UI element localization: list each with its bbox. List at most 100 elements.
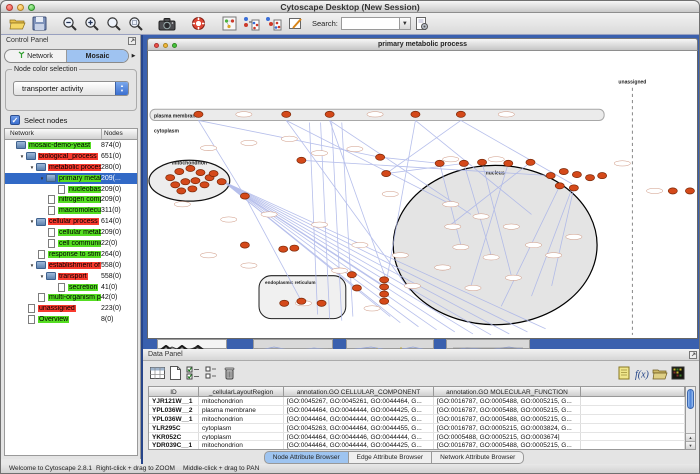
- graph-node[interactable]: [240, 242, 249, 248]
- table-row[interactable]: YKR052Ccytoplasm[GO:0044464, GO:0044446,…: [149, 433, 685, 442]
- float-data-panel-icon[interactable]: [689, 351, 697, 361]
- graph-node[interactable]: [380, 277, 389, 283]
- new-attribute-icon[interactable]: [166, 364, 184, 382]
- graph-node[interactable]: [504, 160, 513, 166]
- graph-node[interactable]: [572, 172, 581, 178]
- tree-row[interactable]: cellular metabo209(0): [5, 227, 137, 238]
- collapse-network-icon[interactable]: [262, 14, 284, 33]
- tree-row[interactable]: nucleobase-209(0): [5, 184, 137, 195]
- tab-edge-attribute-browser[interactable]: Edge Attribute Browser: [348, 451, 432, 464]
- graph-node[interactable]: [559, 168, 568, 174]
- tree-row[interactable]: response to stimulu264(0): [5, 249, 137, 260]
- tab-mosaic[interactable]: Mosaic: [66, 50, 128, 62]
- graph-node[interactable]: [194, 111, 203, 117]
- heatmap-icon[interactable]: [669, 364, 687, 382]
- graph-node[interactable]: [240, 193, 249, 199]
- unselect-attributes-icon[interactable]: [202, 364, 220, 382]
- graph-node[interactable]: [526, 159, 535, 165]
- graph-node[interactable]: [380, 298, 389, 304]
- graph-node[interactable]: [382, 170, 391, 176]
- graph-node[interactable]: [380, 291, 389, 297]
- zoom-in-icon[interactable]: [81, 14, 103, 33]
- graph-node[interactable]: [175, 168, 184, 174]
- graph-node[interactable]: [376, 154, 385, 160]
- tree-row[interactable]: Overview8(0): [5, 314, 137, 325]
- tab-node-attribute-browser[interactable]: Node Attribute Browser: [264, 451, 349, 464]
- graph-node[interactable]: [209, 170, 218, 176]
- zoom-selected-icon[interactable]: [125, 14, 147, 33]
- graph-node[interactable]: [411, 111, 420, 117]
- tree-expander-icon[interactable]: ▼: [28, 219, 36, 224]
- graph-node[interactable]: [282, 111, 291, 117]
- tree-expander-icon[interactable]: ▼: [18, 154, 26, 159]
- graph-node[interactable]: [546, 173, 555, 179]
- graph-node[interactable]: [435, 160, 444, 166]
- graph-node[interactable]: [317, 300, 326, 306]
- graph-node[interactable]: [217, 179, 226, 185]
- tree-row[interactable]: unassigned223(0): [5, 303, 137, 314]
- search-settings-icon[interactable]: [411, 14, 433, 33]
- table-row[interactable]: YLR295Ccytoplasm[GO:0045263, GO:0044464,…: [149, 424, 685, 433]
- tab-overflow-arrow[interactable]: ▶: [129, 49, 138, 63]
- snapshot-icon[interactable]: [156, 14, 178, 33]
- tree-row[interactable]: ▼metabolic process280(0): [5, 162, 137, 173]
- graph-node[interactable]: [280, 300, 289, 306]
- tree-row[interactable]: mosaic-demo-yeast874(0): [5, 140, 137, 151]
- graph-node[interactable]: [685, 188, 694, 194]
- table-row[interactable]: YPL036W__1mitochondrion[GO:0044464, GO:0…: [149, 415, 685, 424]
- attribute-table-icon[interactable]: [148, 364, 166, 382]
- tree-row[interactable]: ▼primary metabo209(...: [5, 173, 137, 184]
- tree-expander-icon[interactable]: ▼: [38, 274, 46, 279]
- table-row[interactable]: YDR039C__1mitochondrion[GO:0044464, GO:0…: [149, 441, 685, 450]
- tree-expander-icon[interactable]: ▼: [28, 263, 36, 268]
- tree-row[interactable]: ▼cellular process614(0): [5, 216, 137, 227]
- graph-node[interactable]: [191, 178, 200, 184]
- network-canvas[interactable]: plasma membranecytoplasmmitochondrionnuc…: [147, 51, 698, 339]
- graph-node[interactable]: [297, 298, 306, 304]
- tree-row[interactable]: multi-organism pro42(0): [5, 292, 137, 303]
- tree-col-network[interactable]: Network: [5, 129, 101, 139]
- mosaic-icon[interactable]: [218, 14, 240, 33]
- graph-node[interactable]: [297, 157, 306, 163]
- scrollbar-thumb[interactable]: [687, 389, 694, 409]
- tab-network-attribute-browser[interactable]: Network Attribute Browser: [431, 451, 524, 464]
- graph-node[interactable]: [177, 188, 186, 194]
- float-panel-icon[interactable]: [128, 37, 136, 47]
- tree-row[interactable]: macromolecule311(0): [5, 205, 137, 216]
- scroll-up-icon[interactable]: ▲: [686, 433, 695, 441]
- tree-expander-icon[interactable]: ▼: [38, 176, 46, 181]
- table-column-header[interactable]: annotation.GO MOLECULAR_FUNCTION: [434, 387, 581, 396]
- graph-node[interactable]: [347, 272, 356, 278]
- expand-network-icon[interactable]: [240, 14, 262, 33]
- graph-node[interactable]: [668, 188, 677, 194]
- tree-row[interactable]: ▼transport558(0): [5, 271, 137, 282]
- tree-row[interactable]: ▼establishment of lo558(0): [5, 260, 137, 271]
- zoom-out-icon[interactable]: [59, 14, 81, 33]
- graph-node[interactable]: [186, 165, 195, 171]
- table-column-header[interactable]: ID: [149, 387, 199, 396]
- search-dropdown-arrow[interactable]: ▼: [399, 17, 411, 30]
- graph-node[interactable]: [181, 179, 190, 185]
- graph-node[interactable]: [598, 173, 607, 179]
- node-color-dropdown[interactable]: transporter activity ▲▼: [13, 81, 129, 96]
- table-scrollbar[interactable]: ▲ ▼: [685, 386, 696, 450]
- table-column-header[interactable]: annotation.GO CELLULAR_COMPONENT: [284, 387, 434, 396]
- tree-row[interactable]: ▼biological_process651(0): [5, 151, 137, 162]
- delete-attribute-icon[interactable]: [220, 364, 238, 382]
- graph-node[interactable]: [478, 159, 487, 165]
- tab-network[interactable]: Network: [5, 50, 66, 62]
- tree-row[interactable]: secretion41(0): [5, 282, 137, 293]
- graph-node[interactable]: [569, 185, 578, 191]
- tree-row[interactable]: cell communicat22(0): [5, 238, 137, 249]
- annotation-icon[interactable]: [284, 14, 306, 33]
- tree-expander-icon[interactable]: ▼: [28, 165, 36, 170]
- import-attributes-icon[interactable]: [651, 364, 669, 382]
- graph-node[interactable]: [352, 285, 361, 291]
- table-row[interactable]: YPL036W__2plasma membrane[GO:0044464, GO…: [149, 406, 685, 415]
- graph-node[interactable]: [279, 246, 288, 252]
- graph-node[interactable]: [325, 111, 334, 117]
- graph-node[interactable]: [196, 169, 205, 175]
- help-icon[interactable]: [187, 14, 209, 33]
- graph-node[interactable]: [459, 160, 468, 166]
- search-input[interactable]: [341, 17, 399, 30]
